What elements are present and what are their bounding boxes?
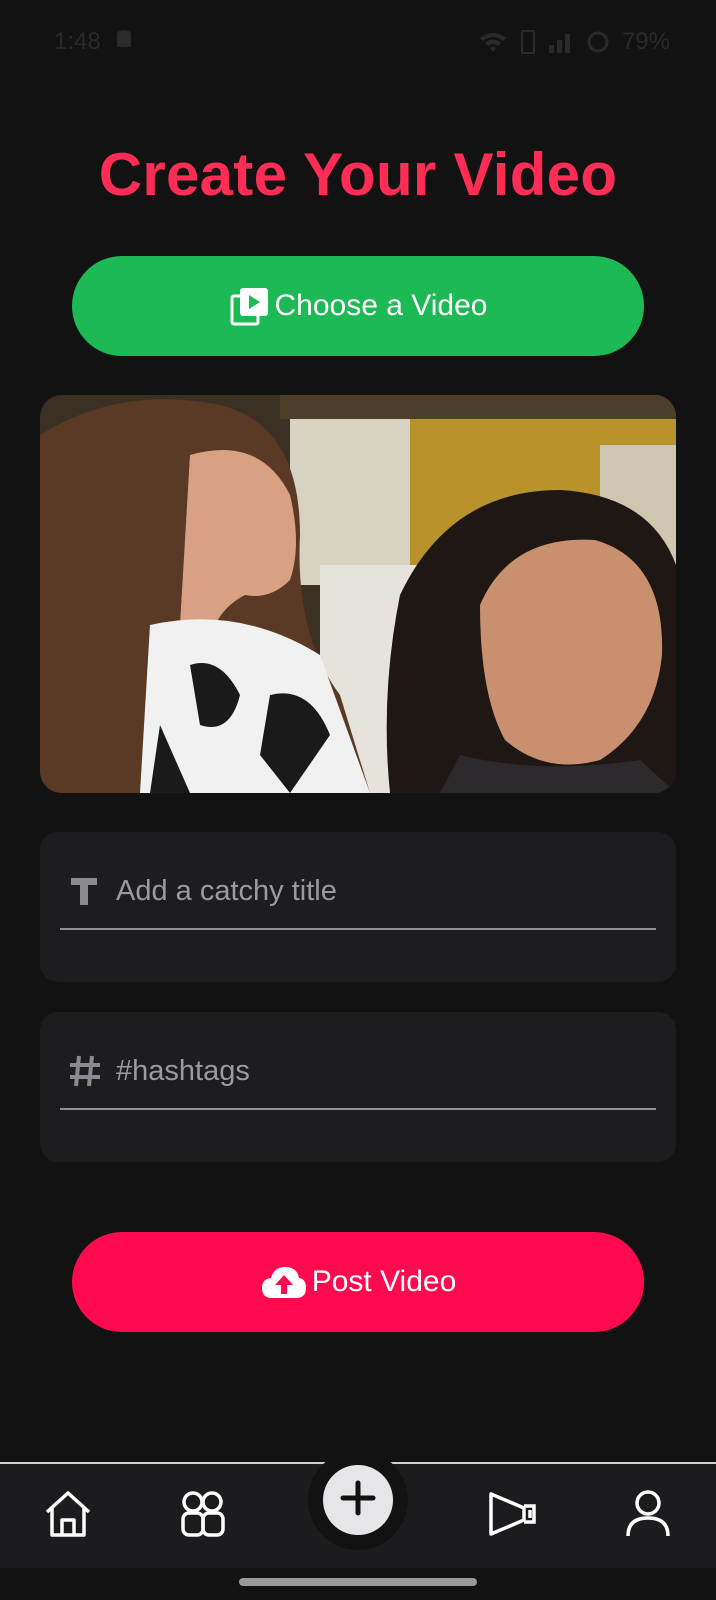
status-right: 79% <box>478 28 670 56</box>
status-bar: 1:48 79% <box>54 24 670 60</box>
hashtags-input[interactable] <box>116 1054 656 1088</box>
text-icon <box>60 875 116 907</box>
hashtags-input-row <box>60 1034 656 1110</box>
status-left: 1:48 <box>54 27 135 58</box>
post-video-label: Post Video <box>311 1265 457 1298</box>
title-input-card <box>40 832 676 982</box>
wifi-icon <box>478 30 508 54</box>
post-video-button[interactable]: Post Video <box>72 1232 644 1332</box>
title-input[interactable] <box>116 874 656 908</box>
create-circle <box>323 1465 393 1535</box>
groups-icon <box>177 1488 229 1545</box>
video-library-icon <box>229 285 271 327</box>
home-icon <box>42 1488 94 1545</box>
signal-icon <box>548 31 574 53</box>
notification-icon <box>113 27 135 58</box>
volte-icon <box>520 29 536 55</box>
battery-percent: 79% <box>621 28 670 55</box>
hashtag-icon <box>60 1054 116 1088</box>
choose-video-button[interactable]: Choose a Video <box>72 256 644 356</box>
plus-icon <box>340 1480 376 1521</box>
home-indicator[interactable] <box>239 1578 477 1586</box>
nav-profile[interactable] <box>610 1464 686 1568</box>
nav-groups[interactable] <box>165 1464 241 1568</box>
cloud-upload-icon <box>260 1264 308 1300</box>
choose-video-label: Choose a Video <box>274 289 488 322</box>
megaphone-icon <box>486 1488 542 1545</box>
nav-create[interactable] <box>308 1450 408 1550</box>
video-preview[interactable] <box>40 395 676 793</box>
create-video-screen: 1:48 79% Create Your Video Choose a Vide… <box>0 0 716 1600</box>
hashtags-input-card <box>40 1012 676 1162</box>
user-icon <box>624 1488 672 1545</box>
status-time: 1:48 <box>54 28 101 55</box>
nav-ads[interactable] <box>476 1464 552 1568</box>
bottom-nav <box>0 1450 716 1568</box>
battery-icon <box>586 30 610 54</box>
nav-home[interactable] <box>30 1464 106 1568</box>
page-title: Create Your Video <box>98 141 618 208</box>
title-input-row <box>60 854 656 930</box>
video-thumbnail <box>40 395 676 793</box>
